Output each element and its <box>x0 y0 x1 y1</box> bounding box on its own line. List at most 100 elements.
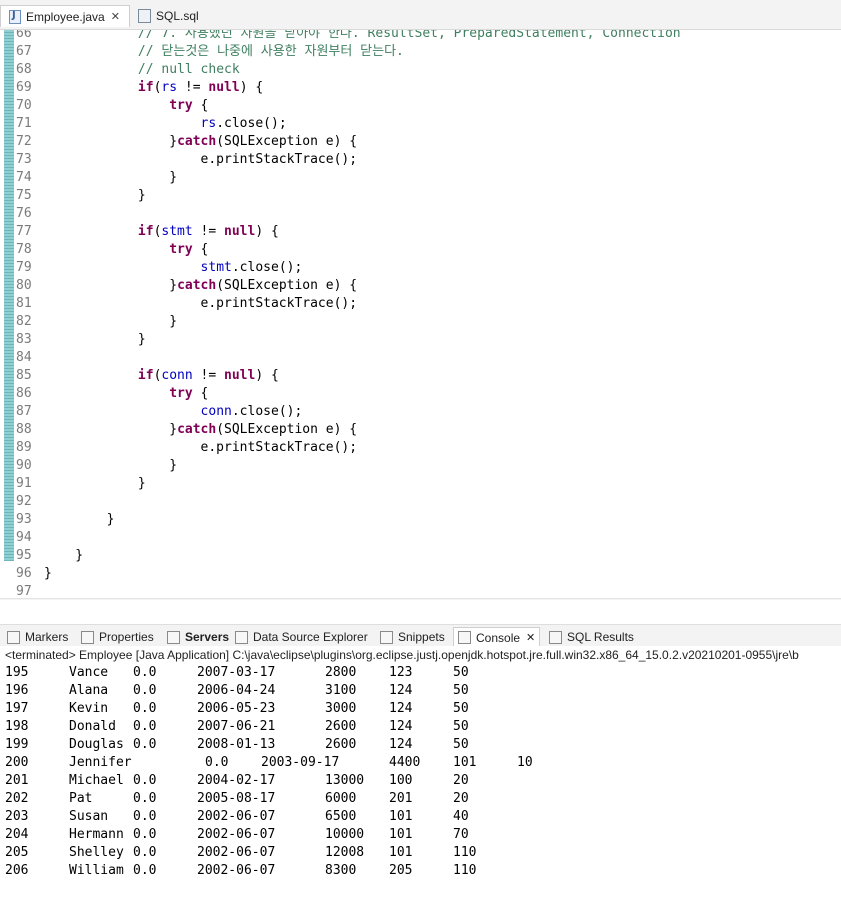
code-token: { <box>192 98 209 113</box>
console-cell: 100 <box>389 773 413 788</box>
console-cell: 6000 <box>325 791 357 806</box>
tab-data-source-explorer[interactable]: Data Source Explorer <box>235 628 368 646</box>
tab-servers[interactable]: Servers <box>167 628 229 646</box>
views-tab-bar: Markers Properties Servers Data Source Expl… <box>0 624 841 647</box>
code-token: ) { <box>239 80 264 95</box>
code-token: .close(); <box>231 404 303 419</box>
keyword: catch <box>177 422 217 437</box>
keyword: catch <box>177 134 217 149</box>
console-cell: 2002-06-07 <box>197 827 276 842</box>
code-token: ) { <box>255 224 279 239</box>
code-text: if(rs != null) { <box>44 79 263 97</box>
line-number: 78 <box>16 242 32 257</box>
code-token: (SQLException e) { <box>216 422 358 437</box>
keyword: try <box>169 242 193 257</box>
console-cell: Douglas <box>69 737 124 752</box>
code-text: }catch(SQLException e) { <box>44 277 357 295</box>
console-cell: 2004-02-17 <box>197 773 276 788</box>
code-text: } <box>44 187 146 205</box>
console-cell: William <box>69 863 124 878</box>
console-cell: 8300 <box>325 863 357 878</box>
code-token: } <box>44 548 84 563</box>
console-cell: 198 <box>5 719 29 734</box>
tab-console[interactable]: Console ✕ <box>453 627 541 647</box>
code-token: ) { <box>255 368 279 383</box>
tab-label: Employee.java <box>26 9 105 24</box>
console-cell: 2600 <box>325 719 357 734</box>
code-token: } <box>44 422 178 437</box>
code-text: try { <box>44 385 208 403</box>
tab-label: Markers <box>25 630 69 644</box>
console-cell: 50 <box>453 683 469 698</box>
line-number: 92 <box>16 494 32 509</box>
console-cell: 206 <box>5 863 29 878</box>
tab-label: Properties <box>99 630 154 644</box>
line-number: 69 <box>16 80 32 95</box>
tab-employee-java[interactable]: Employee.java ✕ <box>0 5 130 27</box>
close-icon[interactable]: ✕ <box>111 10 120 23</box>
code-token: e.printStackTrace(); <box>44 440 358 455</box>
console-cell: 0.0 <box>133 827 157 842</box>
console-cell: Jennifer <box>69 755 132 770</box>
sql-file-icon <box>138 9 151 23</box>
console-cell: 2003-09-17 <box>261 755 340 770</box>
line-number: 91 <box>16 476 32 491</box>
line-number: 94 <box>16 530 32 545</box>
console-cell: 124 <box>389 737 413 752</box>
code-editor[interactable]: 66 // 7. 사용했던 자원을 닫아야 한다. ResultSet, Pre… <box>0 30 841 600</box>
console-cell: Michael <box>69 773 124 788</box>
line-number: 81 <box>16 296 32 311</box>
console-cell: 40 <box>453 809 469 824</box>
tab-snippets[interactable]: Snippets <box>380 628 445 646</box>
tab-label: SQL.sql <box>156 9 199 23</box>
code-text: conn.close(); <box>44 403 303 421</box>
console-output[interactable]: 195 Vance 0.0 2007-03-17 2800 123 50 196 Alana 0.… <box>0 664 841 906</box>
line-number: 77 <box>16 224 32 239</box>
code-token: (SQLException e) { <box>216 278 358 293</box>
keyword: catch <box>177 278 217 293</box>
code-token: { <box>192 242 209 257</box>
tab-sql-results[interactable]: SQL Results <box>549 628 634 646</box>
code-token: .close(); <box>216 116 287 131</box>
code-text: rs.close(); <box>44 115 287 133</box>
console-cell: Shelley <box>69 845 124 860</box>
console-cell: 6500 <box>325 809 357 824</box>
code-text: if(stmt != null) { <box>44 223 279 241</box>
console-cell: 2005-08-17 <box>197 791 276 806</box>
code-token: != <box>192 224 225 239</box>
code-text: }catch(SQLException e) { <box>44 133 357 151</box>
horizontal-scrollbar[interactable]: < <box>0 598 841 600</box>
tab-properties[interactable]: Properties <box>81 628 154 646</box>
console-cell: 101 <box>389 827 413 842</box>
snippets-icon <box>380 630 393 644</box>
line-number: 70 <box>16 98 32 113</box>
properties-icon <box>81 630 94 644</box>
console-cell: 20 <box>453 773 469 788</box>
code-token: e.printStackTrace(); <box>44 296 358 311</box>
console-cell: 203 <box>5 809 29 824</box>
console-cell: Susan <box>69 809 109 824</box>
code-text: } <box>44 475 146 493</box>
console-cell: 10 <box>517 755 533 770</box>
keyword: try <box>169 386 193 401</box>
console-cell: 2008-01-13 <box>197 737 276 752</box>
console-cell: Hermann <box>69 827 124 842</box>
tab-markers[interactable]: Markers <box>7 628 68 646</box>
close-icon[interactable]: ✕ <box>526 631 535 644</box>
line-number: 80 <box>16 278 32 293</box>
console-cell: Donald <box>69 719 116 734</box>
tab-sql-sql[interactable]: SQL.sql <box>136 5 199 27</box>
console-cell: 0.0 <box>133 863 157 878</box>
data-source-icon <box>235 630 248 644</box>
markers-icon <box>7 630 20 644</box>
console-cell: 124 <box>389 719 413 734</box>
console-cell: 50 <box>453 737 469 752</box>
keyword: if <box>137 224 154 239</box>
